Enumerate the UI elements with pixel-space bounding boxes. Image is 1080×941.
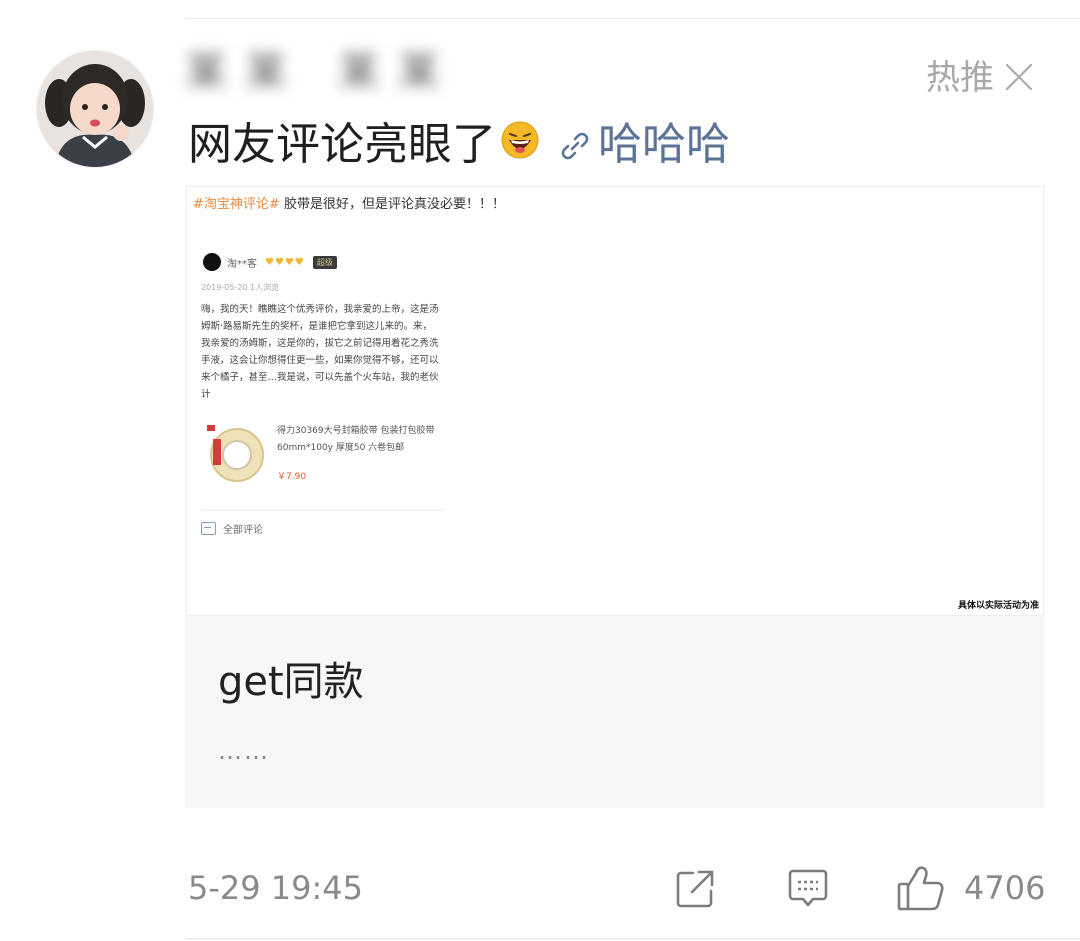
comment-icon[interactable]: [786, 868, 830, 910]
shot-all-comments-label: 全部评论: [223, 525, 263, 536]
bottom-divider: [186, 938, 1080, 939]
share-icon[interactable]: [674, 868, 716, 910]
embedded-screenshot[interactable]: #淘宝神评论# 胶带是很好，但是评论真没必要！！！ 淘**客 ♥♥♥♥ 超级 2…: [186, 186, 1044, 616]
thumbs-up-icon[interactable]: [896, 864, 946, 912]
shot-product-name: 得力30369大号封箱胶带 包装打包胶带 60mm*100y 厚度50 六卷包邮: [277, 426, 435, 453]
shot-reviewer-stars: ♥♥♥♥: [265, 256, 305, 268]
username[interactable]: 某某 某某: [186, 42, 439, 102]
shot-reviewer-name: 淘**客: [227, 258, 257, 270]
tape-image: [207, 425, 265, 483]
hot-label: 热推: [926, 58, 994, 98]
like-count: 4706: [964, 869, 1046, 907]
laughing-emoji-icon: [500, 120, 540, 160]
shot-review-date: 2019-05-20 1人浏览: [201, 283, 280, 292]
link-icon[interactable]: [558, 123, 592, 160]
shot-headline: #淘宝神评论# 胶带是很好，但是评论真没必要！！！: [193, 193, 505, 212]
shot-reviewer-badge: 超级: [312, 255, 337, 269]
avatar-image: [37, 51, 153, 167]
shot-all-comments: 全部评论: [201, 521, 263, 536]
close-icon[interactable]: [1002, 60, 1036, 94]
post-time: 5-29 19:45: [188, 869, 364, 907]
username-wrap[interactable]: 某某 某某: [186, 42, 439, 102]
comment-list-icon: [201, 522, 216, 535]
top-divider: [186, 18, 1080, 19]
card-summary: ……: [218, 737, 270, 765]
shot-separator: [201, 509, 443, 511]
shot-product-price: ￥7.90: [277, 472, 307, 482]
shot-reviewer-row: 淘**客 ♥♥♥♥ 超级: [203, 253, 337, 271]
shot-headline-text: 胶带是很好，但是评论真没必要！！！: [283, 197, 505, 212]
card-title[interactable]: get同款: [218, 654, 364, 710]
shot-product: 得力30369大号封箱胶带 包装打包胶带 60mm*100y 厚度50 六卷包邮…: [201, 419, 441, 489]
post-link[interactable]: 哈哈哈: [598, 108, 730, 172]
shot-headline-tag: #淘宝神评论#: [193, 197, 280, 212]
shot-review-text: 嗨，我的天！瞧瞧这个优秀评价，我亲爱的上帝，这是汤姆斯·路易斯先生的奖杯，是谁把…: [201, 304, 439, 400]
post-text: 网友评论亮眼了: [188, 119, 496, 170]
post-text-row: 网友评论亮眼了 哈哈哈: [188, 110, 730, 170]
avatar[interactable]: [36, 50, 154, 168]
shot-disclaimer: 具体以实际活动为准: [957, 601, 1039, 611]
shot-reviewer-avatar: [203, 253, 221, 271]
